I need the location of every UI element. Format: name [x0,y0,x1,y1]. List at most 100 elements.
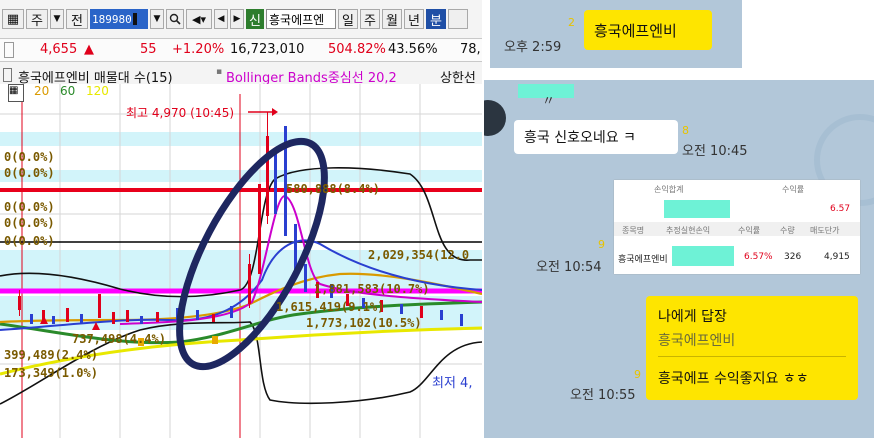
unread-count: 9 [634,368,641,381]
period-minute-button[interactable]: 분 [426,9,446,29]
period-year-label: 년 [408,13,420,29]
card-header: 수익률 [782,185,805,194]
message-time: 오후 2:59 [504,40,562,55]
volume: 16,723,010 [230,42,305,57]
period-month-label: 월 [386,13,398,29]
chat-snippet-top: 2 오후 2:59 흥국에프엔비 [490,0,742,68]
quote-bar: 4,655 ▲ 55 +1.20% 16,723,010 504.82% 43.… [0,38,482,62]
indicator-legend: 흥국에프엔비 매물대 수(15) ▪ Bollinger Bands중심선 20… [0,66,482,86]
card-header: 손익합계 [654,185,684,194]
message-time: 오전 10:55 [570,388,636,403]
chat-window: 〃 흥국 신호오네요 ㅋ 8 오전 10:45 손익합계 수익률 6.57 종목… [484,80,874,438]
redacted-amount [664,200,730,218]
low-price-label: 최저 4, [432,376,473,391]
volume-profile-label: 1,615,419(9.1%) [276,300,385,314]
jeon-button[interactable]: 전 [66,9,88,29]
period-day-label: 일 [342,13,354,29]
period-week-button[interactable]: 주 [360,9,380,29]
card-header: 종목명 [622,226,645,235]
unread-count: 2 [568,16,575,29]
volume-profile-label: 0(0.0%) [4,166,55,180]
sound-icon[interactable]: ◀▾ [186,9,212,29]
reply-title: 나에게 답장 [658,309,727,325]
redacted-amount [672,246,734,266]
high-price-label: 최고 4,970 (10:45) [126,106,235,120]
stock-name-value: 흥국에프엔 [269,12,325,27]
legend-toggle[interactable] [3,68,12,82]
up-arrow-icon: ▲ [84,42,94,57]
volume-profile-label: 737,498(4.4%) [72,332,166,346]
volume-profile-label: 173,349(1.0%) [4,366,98,380]
unread-count: 9 [598,238,605,251]
quote-checkbox[interactable] [4,42,14,58]
stock-chart-panel: ▦ 주 ▼ 전 189980 ▼ ◀▾ ◀ ▶ 신 흥국에프엔 일 주 월 년 … [0,0,482,438]
card-cell: 4,915 [824,252,850,262]
card-value: 6.57 [830,204,851,214]
message-time: 오전 10:45 [682,144,748,159]
volume-profile-label: 0(0.0%) [4,200,55,214]
price-change-pct: +1.20% [172,42,225,57]
period-day-button[interactable]: 일 [338,9,358,29]
chart-toolbar: ▦ 주 ▼ 전 189980 ▼ ◀▾ ◀ ▶ 신 흥국에프엔 일 주 월 년 … [2,7,470,31]
price-chart[interactable]: ▦ 20 60 120 최고 4,970 (10:45) 0(0.0%) 0(0… [0,84,482,438]
prev-icon[interactable]: ◀ [214,9,228,29]
message-text: 흥국 신호오네요 ㅋ [524,130,636,146]
sender-name-fragment: 〃 [542,94,556,109]
ma20-legend: 20 [34,84,50,98]
quote-extra: 78, [460,42,481,57]
text-cursor [132,13,137,25]
volume-profile-label: 0(0.0%) [4,216,55,230]
message-text: 흥국에프 수익좋지요 ㅎㅎ [658,371,809,387]
volume-profile-label: 0(0.0%) [4,234,55,248]
message-text: 흥국에프엔비 [594,21,677,40]
next-icon[interactable]: ▶ [230,9,244,29]
stock-code-input[interactable]: 189980 [90,9,148,29]
period-minute-label: 분 [430,13,442,29]
period-select-label: 주 [31,13,43,29]
period-dropdown-icon[interactable]: ▼ [50,9,64,29]
message-time: 오전 10:54 [536,260,602,275]
chart-menu-icon[interactable]: ▦ [2,9,24,29]
card-header: 수량 [780,226,795,235]
jeon-label: 전 [71,13,83,29]
stock-name-field[interactable]: 흥국에프엔 [266,9,336,29]
sin-label: 신 [249,13,261,29]
legend-separator-icon: ▪ [216,67,223,77]
search-icon[interactable] [166,9,184,29]
period-week-label: 주 [364,13,376,29]
volume-profile-label: 580,888(8.4%) [286,182,380,196]
card-header: 수익률 [738,226,761,235]
card-cell: 326 [784,252,802,262]
ma120-legend: 120 [86,84,109,98]
period-month-button[interactable]: 월 [382,9,402,29]
volume-profile-label: 1,773,102(10.5%) [306,316,422,330]
volume-profile-label: 2,029,354(12.0 [368,248,470,262]
volume-profile-label: 0(0.0%) [4,150,55,164]
avatar[interactable] [484,100,506,136]
card-cell: 흥국에프엔비 [618,255,668,265]
period-year-button[interactable]: 년 [404,9,424,29]
calendar-icon[interactable]: ▦ [8,84,24,102]
card-cell: 6.57% [744,252,773,262]
volume-profile-label: 399,489(2.4%) [4,348,98,362]
current-price: 4,655 [40,42,78,57]
volume-ratio: 504.82% [328,42,386,57]
sin-badge: 신 [246,9,264,29]
volume-profile-label: 1,881,583(10.7%) [314,282,430,296]
card-header: 추정실현손익 [666,226,711,235]
reply-message-bubble[interactable]: 나에게 답장 흥국에프엔비 흥국에프 수익좋지요 ㅎㅎ [646,296,858,400]
profit-screenshot-image[interactable]: 손익합계 수익률 6.57 종목명 추정실현손익 수익률 수량 매도단가 흥국에… [614,180,860,274]
received-message-bubble[interactable]: 흥국 신호오네요 ㅋ [514,120,678,154]
period-more-button[interactable] [448,9,468,29]
unread-count: 8 [682,124,689,137]
sent-message-bubble[interactable]: 흥국에프엔비 [584,10,712,50]
ma60-legend: 60 [60,84,76,98]
turnover: 43.56% [388,42,438,57]
reply-divider [658,356,846,357]
card-header: 매도단가 [810,226,840,235]
price-change: 55 [140,42,157,57]
stock-code-value: 189980 [92,12,132,26]
code-dropdown-icon[interactable]: ▼ [150,9,164,29]
reply-quote: 흥국에프엔비 [658,333,736,349]
period-select[interactable]: 주 [26,9,48,29]
